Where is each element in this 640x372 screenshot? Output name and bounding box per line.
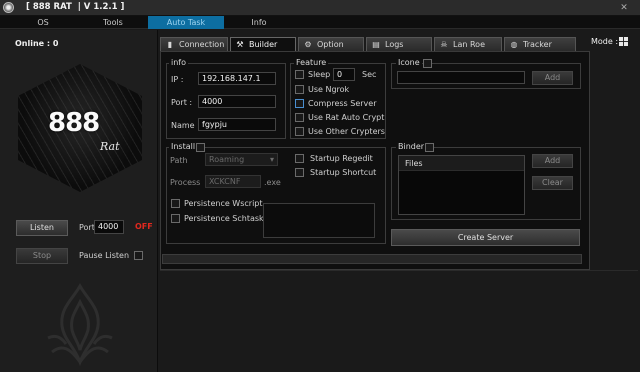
name-input[interactable]: fgypju — [198, 118, 276, 131]
mode-label: Mode : — [591, 37, 619, 46]
logs-icon: ▤ — [372, 40, 380, 49]
tab-builder-label: Builder — [249, 40, 278, 49]
menu-item-info[interactable]: Info — [230, 16, 288, 29]
install-preview-box — [263, 203, 375, 238]
install-path-value: Roaming — [209, 155, 245, 164]
port-label: Port — [79, 223, 95, 232]
title-bar: [ 888 RAT | V 1.2.1 ] ✕ — [0, 0, 640, 16]
sleep-seconds-input[interactable]: 0 — [333, 68, 355, 81]
tribal-emblem-icon — [47, 282, 113, 366]
tab-connection[interactable]: ▮ Connection — [160, 37, 228, 51]
startup-shortcut-label: Startup Shortcut — [310, 168, 377, 177]
persistence-schtasks-label: Persistence Schtasks — [184, 214, 268, 223]
use-ngrok-label: Use Ngrok — [308, 85, 350, 94]
compress-server-label: Compress Server — [308, 99, 377, 108]
startup-regedit-label: Startup Regedit — [310, 154, 373, 163]
pause-listen-checkbox[interactable] — [134, 251, 143, 260]
build-progress-bar — [162, 254, 582, 264]
startup-shortcut-checkbox[interactable] — [295, 168, 304, 177]
sleep-unit-label: Sec — [362, 70, 377, 79]
tab-bar: ▮ Connection ⚒ Builder ⚙ Option ▤ Logs ☠ Lan … — [160, 37, 638, 51]
icon-path-input[interactable] — [397, 71, 525, 84]
port-field-label: Port : — [171, 98, 193, 107]
ip-label: IP : — [171, 75, 184, 84]
process-name-input[interactable]: XCKCNF — [205, 175, 261, 188]
other-crypters-checkbox[interactable] — [295, 127, 304, 136]
tab-connection-label: Connection — [179, 40, 225, 49]
files-column-header: Files — [399, 156, 524, 171]
icon-add-button[interactable]: Add — [532, 71, 573, 85]
logo-subtitle: Rat — [100, 140, 120, 153]
name-label: Name : — [171, 121, 200, 130]
tab-lan-roe-label: Lan Roe — [453, 40, 485, 49]
binder-checkbox[interactable] — [425, 143, 434, 152]
info-group-title: info — [169, 58, 189, 67]
tab-tracker[interactable]: ◍ Tracker — [504, 37, 576, 51]
skull-icon: ☠ — [440, 40, 448, 49]
menu-item-tools[interactable]: Tools — [84, 16, 142, 29]
stop-button[interactable]: Stop — [16, 248, 68, 264]
persistence-wscript-label: Persistence Wscript — [184, 199, 263, 208]
rat-auto-crypt-label: Use Rat Auto Crypt — [308, 113, 385, 122]
sleep-checkbox[interactable] — [295, 70, 304, 79]
gear-icon: ⚙ — [304, 40, 312, 49]
create-server-button[interactable]: Create Server — [391, 229, 580, 246]
connection-icon: ▮ — [167, 40, 173, 49]
logo-text: 888 — [48, 108, 100, 138]
menu-item-auto-task[interactable]: Auto Task — [148, 16, 224, 29]
rat-auto-crypt-checkbox[interactable] — [295, 113, 304, 122]
chevron-down-icon: ▾ — [269, 155, 274, 164]
tab-option-label: Option — [317, 40, 344, 49]
tools-icon: ⚒ — [236, 40, 244, 49]
process-label: Process — [170, 178, 201, 187]
listen-button[interactable]: Listen — [16, 220, 68, 236]
close-window-button[interactable]: ✕ — [618, 2, 630, 14]
binder-group-title: Binder — [396, 142, 427, 151]
binder-files-list[interactable]: Files — [398, 155, 525, 215]
startup-regedit-checkbox[interactable] — [295, 154, 304, 163]
tab-logs[interactable]: ▤ Logs — [366, 37, 432, 51]
tab-option[interactable]: ⚙ Option — [298, 37, 364, 51]
binder-add-button[interactable]: Add — [532, 154, 573, 168]
binder-clear-button[interactable]: Clear — [532, 176, 573, 190]
compress-server-checkbox[interactable] — [295, 99, 304, 108]
install-path-select[interactable]: Roaming ▾ — [205, 153, 278, 166]
listen-status: OFF — [135, 222, 153, 231]
tab-logs-label: Logs — [385, 40, 404, 49]
feature-group-title: Feature — [294, 58, 329, 67]
process-ext-label: .exe — [264, 178, 281, 187]
online-count-label: Online : 0 — [15, 39, 59, 48]
tab-builder[interactable]: ⚒ Builder — [230, 37, 296, 51]
icone-checkbox[interactable] — [423, 59, 432, 68]
app-icon — [3, 2, 14, 13]
ip-input[interactable]: 192.168.147.1 — [198, 72, 276, 85]
install-checkbox[interactable] — [196, 143, 205, 152]
install-group-title: Install — [169, 142, 198, 151]
path-label: Path — [170, 156, 188, 165]
use-ngrok-checkbox[interactable] — [295, 85, 304, 94]
other-crypters-label: Use Other Crypters — [308, 127, 385, 136]
sleep-label: Sleep — [308, 70, 331, 79]
tab-lan-roe[interactable]: ☠ Lan Roe — [434, 37, 502, 51]
globe-icon: ◍ — [510, 40, 518, 49]
persistence-wscript-checkbox[interactable] — [171, 199, 180, 208]
status-divider — [160, 270, 638, 271]
icone-group-title: Icone — [396, 58, 422, 67]
persistence-schtasks-checkbox[interactable] — [171, 214, 180, 223]
pause-listen-label: Pause Listen — [79, 251, 130, 260]
tab-tracker-label: Tracker — [523, 40, 552, 49]
windows-icon[interactable] — [619, 37, 628, 46]
menu-item-os[interactable]: OS — [14, 16, 72, 29]
listen-port-input[interactable]: 4000 — [94, 220, 124, 234]
window-title: [ 888 RAT | V 1.2.1 ] — [26, 2, 125, 12]
server-port-input[interactable]: 4000 — [198, 95, 276, 108]
menu-bar: OS Tools Auto Task Info — [0, 16, 640, 29]
